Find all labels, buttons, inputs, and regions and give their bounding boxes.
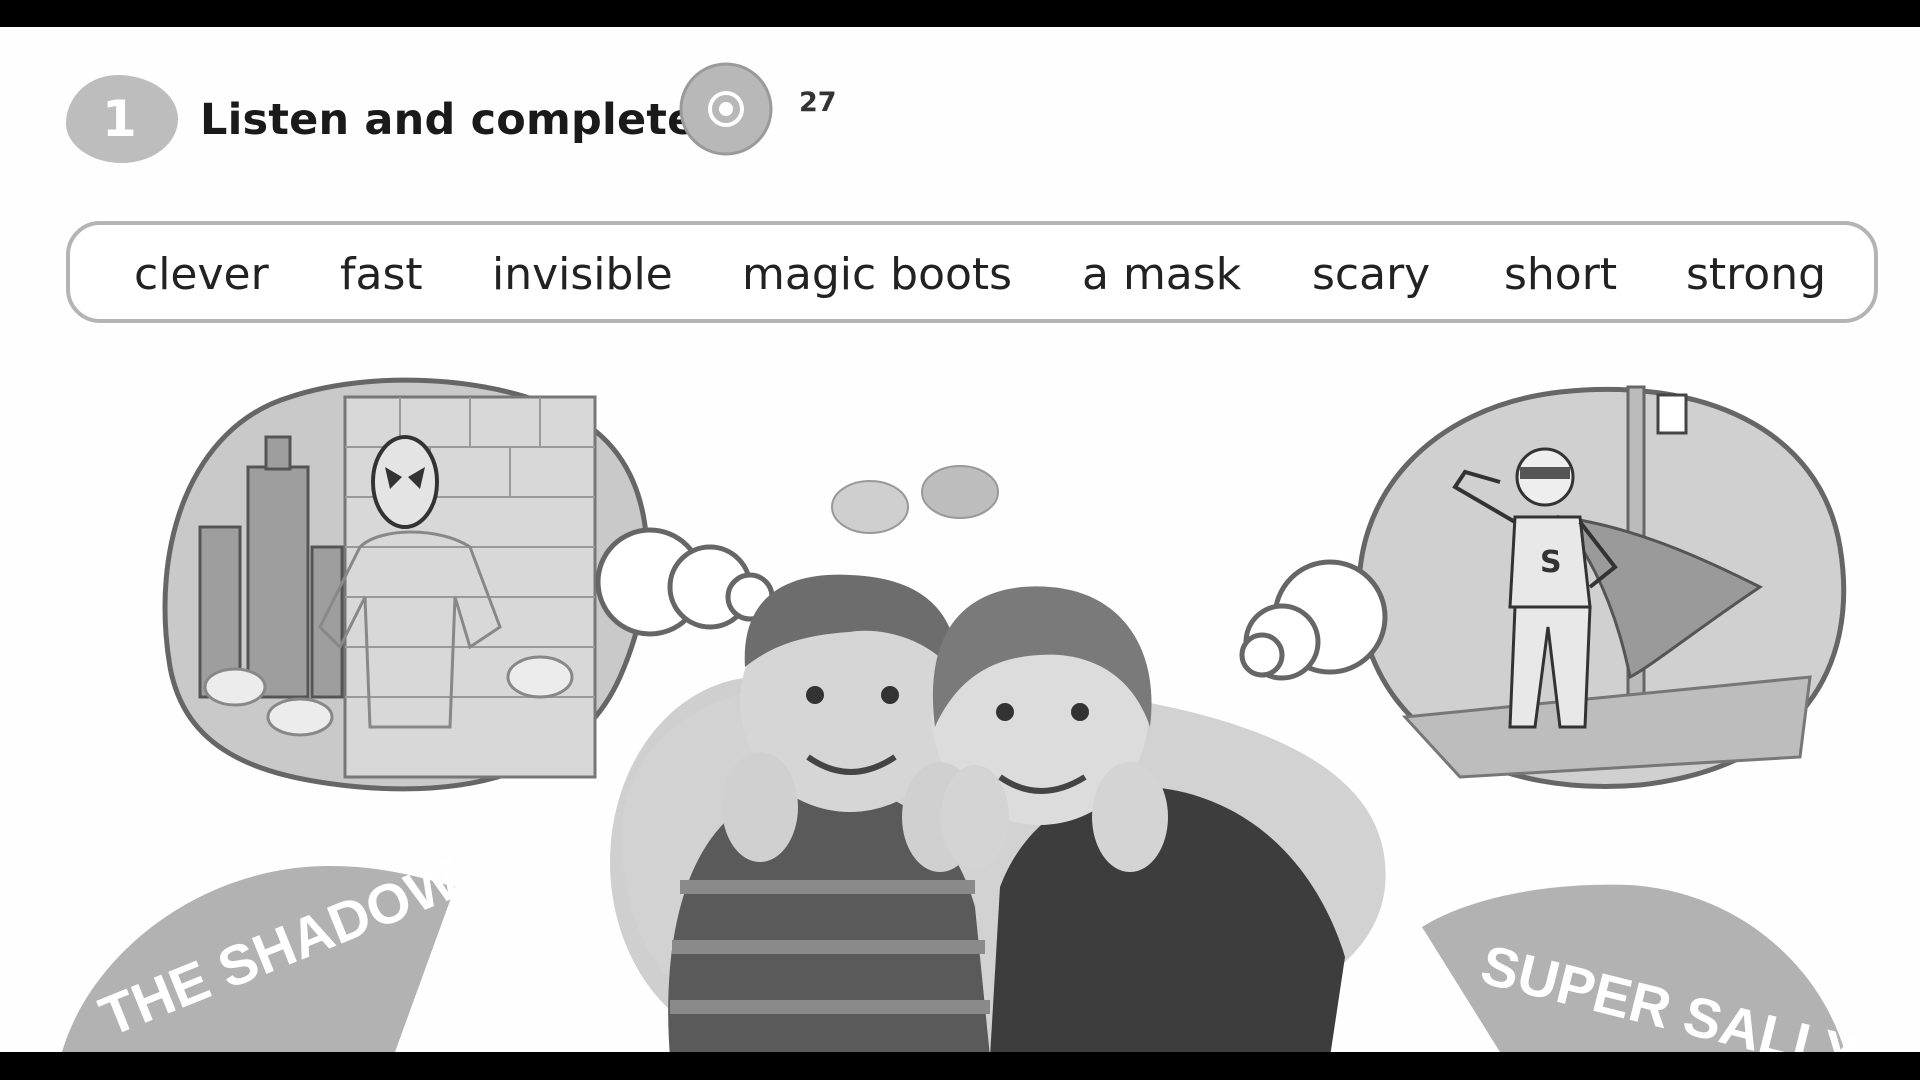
sally-thought-bubble: S xyxy=(1239,385,1847,789)
super-sally-banner: SUPER SALLY xyxy=(1422,884,1866,1052)
light-switch-icon xyxy=(1656,393,1688,435)
illustration-scene: S THE SHADOW SUPER SALLY xyxy=(62,377,1866,1052)
hero-emblem: S xyxy=(1540,545,1562,580)
the-shadow-banner: THE SHADOW xyxy=(62,846,469,1052)
workbook-page: 1 Listen and complete. 27 clever fast in… xyxy=(0,27,1920,1052)
mask-icon xyxy=(371,435,439,529)
